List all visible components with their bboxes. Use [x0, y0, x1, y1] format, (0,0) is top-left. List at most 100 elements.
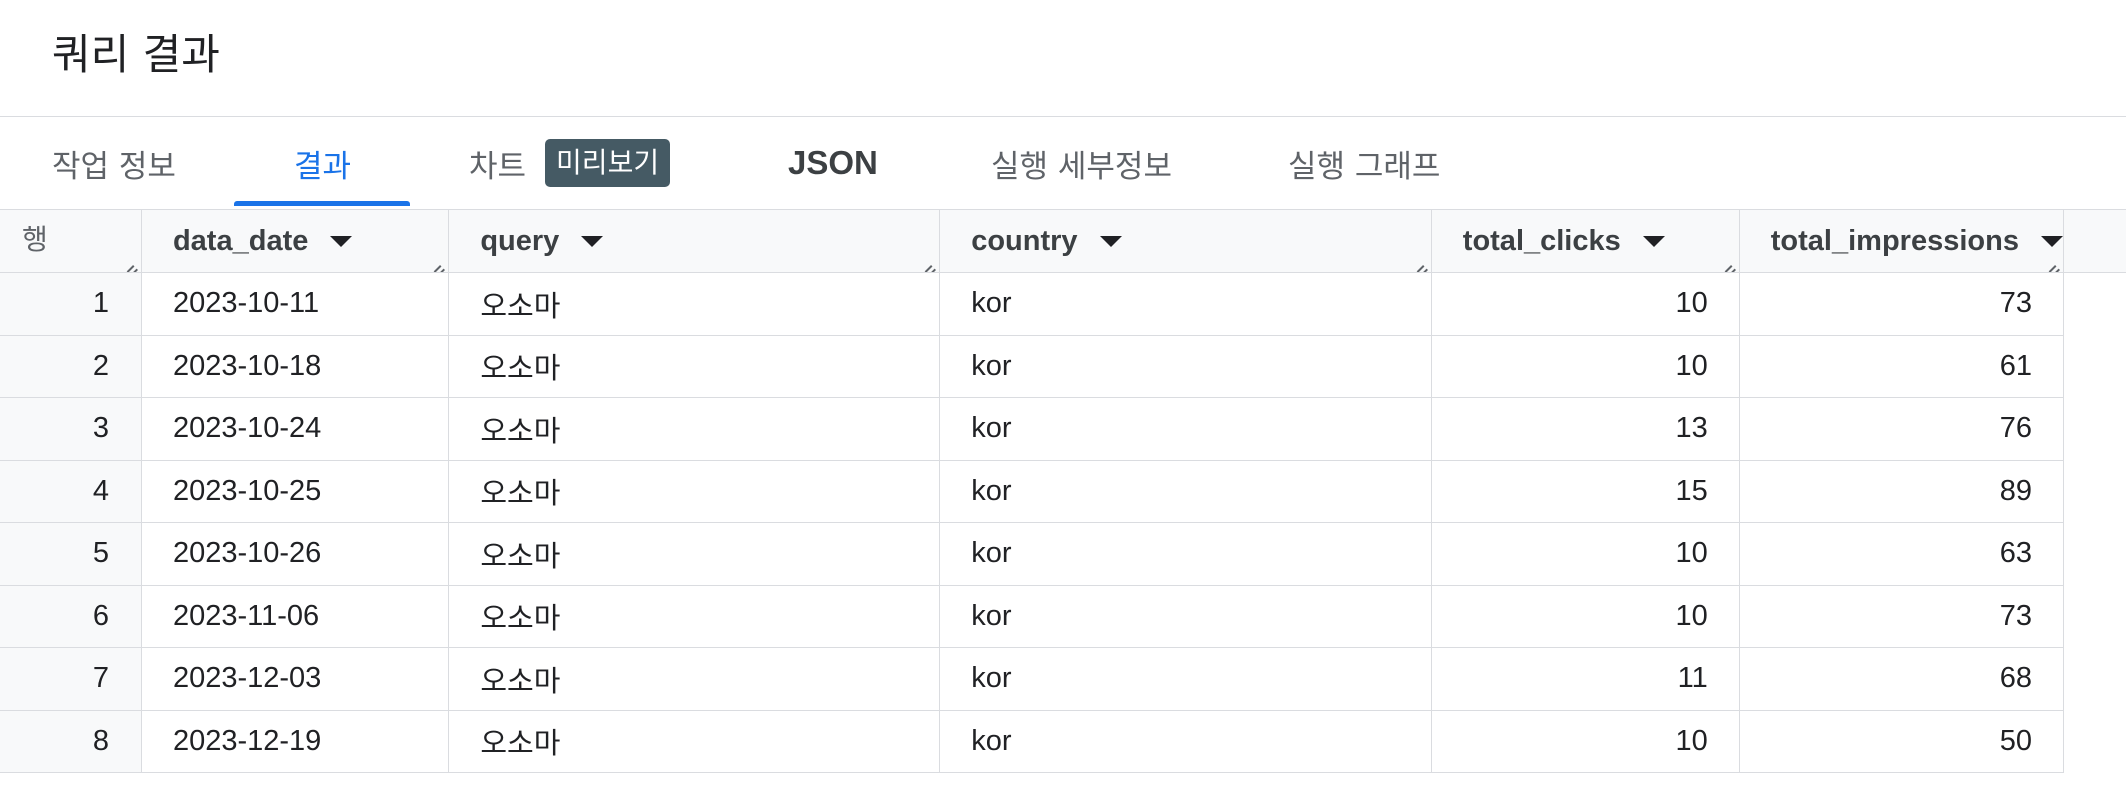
query-cell[interactable]: 오소마 [448, 397, 941, 461]
column-header-total-clicks[interactable]: total_clicks [1431, 209, 1740, 273]
row-filler [2063, 523, 2126, 586]
column-header-total-impressions[interactable]: total_impressions [1739, 209, 2064, 273]
column-header-query[interactable]: query [448, 209, 941, 273]
total-impressions-cell[interactable]: 61 [1739, 335, 2064, 398]
data-date-cell[interactable]: 2023-10-24 [141, 397, 450, 461]
header-filler [2063, 209, 2126, 273]
query-cell[interactable]: 오소마 [448, 460, 941, 523]
query-cell[interactable]: 오소마 [448, 647, 941, 711]
row-number-cell[interactable]: 6 [0, 585, 142, 648]
data-date-cell[interactable]: 2023-12-19 [141, 710, 450, 773]
row-filler [2063, 398, 2126, 461]
country-cell[interactable]: kor [939, 585, 1432, 648]
table-row[interactable]: 2 2023-10-18 오소마 kor 10 61 [0, 335, 2126, 398]
total-clicks-cell[interactable]: 10 [1431, 272, 1740, 336]
total-clicks-cell[interactable]: 10 [1431, 585, 1740, 648]
table-body: 1 2023-10-11 오소마 kor 10 73 2 2023-10-18 오소마 kor 10… [0, 272, 2126, 773]
sort-arrow-down-icon[interactable] [2040, 235, 2063, 247]
tab-chart-label: 차트 [469, 148, 527, 185]
column-resize-icon[interactable] [2046, 256, 2060, 270]
country-cell[interactable]: kor [939, 710, 1432, 773]
country-cell[interactable]: kor [939, 397, 1432, 461]
sort-arrow-down-icon[interactable] [1642, 235, 1665, 247]
sort-arrow-down-icon[interactable] [330, 235, 353, 247]
column-resize-icon[interactable] [124, 256, 138, 270]
results-table: 행 data_date query country total_clicks t… [0, 209, 2126, 773]
tab-execution-graph[interactable]: 실행 그래프 [1288, 117, 1440, 209]
country-cell[interactable]: kor [939, 647, 1432, 711]
data-date-cell[interactable]: 2023-10-26 [141, 522, 450, 586]
total-impressions-cell[interactable]: 68 [1739, 647, 2064, 711]
row-filler [2063, 710, 2126, 773]
results-grid[interactable]: 행 data_date query country total_clicks t… [0, 209, 2126, 796]
tab-chart[interactable]: 차트 미리보기 [469, 117, 671, 209]
column-resize-icon[interactable] [1722, 256, 1736, 270]
column-header-label: data_date [172, 224, 309, 257]
query-cell[interactable]: 오소마 [448, 272, 941, 336]
row-number-cell[interactable]: 4 [0, 460, 142, 523]
results-tabs: 작업 정보 결과 차트 미리보기 JSON 실행 세부정보 실행 그래프 [0, 117, 2126, 209]
total-impressions-cell[interactable]: 50 [1739, 710, 2064, 773]
total-impressions-cell[interactable]: 63 [1739, 522, 2064, 586]
row-number-cell[interactable]: 8 [0, 710, 142, 773]
data-date-cell[interactable]: 2023-10-25 [141, 460, 450, 523]
total-impressions-cell[interactable]: 89 [1739, 460, 2064, 523]
row-number-header-label: 행 [22, 223, 48, 256]
data-date-cell[interactable]: 2023-12-03 [141, 647, 450, 711]
tab-execution-details[interactable]: 실행 세부정보 [991, 117, 1172, 209]
query-cell[interactable]: 오소마 [448, 522, 941, 586]
row-filler [2063, 273, 2126, 336]
data-date-cell[interactable]: 2023-10-18 [141, 335, 450, 398]
column-header-data-date[interactable]: data_date [141, 209, 450, 273]
total-clicks-cell[interactable]: 15 [1431, 460, 1740, 523]
row-number-cell[interactable]: 2 [0, 335, 142, 398]
tab-results-label: 결과 [294, 148, 352, 185]
tab-json-label: JSON [788, 144, 878, 181]
total-clicks-cell[interactable]: 10 [1431, 335, 1740, 398]
table-row[interactable]: 8 2023-12-19 오소마 kor 10 50 [0, 710, 2126, 773]
column-header-country[interactable]: country [939, 209, 1432, 273]
row-filler [2063, 585, 2126, 648]
tab-execution-graph-label: 실행 그래프 [1288, 148, 1441, 185]
query-cell[interactable]: 오소마 [448, 585, 941, 648]
sort-arrow-down-icon[interactable] [581, 235, 604, 247]
country-cell[interactable]: kor [939, 460, 1432, 523]
row-number-cell[interactable]: 7 [0, 647, 142, 711]
tab-results[interactable]: 결과 [294, 117, 351, 209]
row-number-cell[interactable]: 5 [0, 522, 142, 586]
table-row[interactable]: 7 2023-12-03 오소마 kor 11 68 [0, 647, 2126, 711]
total-clicks-cell[interactable]: 10 [1431, 522, 1740, 586]
row-number-header: 행 [0, 209, 142, 273]
title-bar: 쿼리 결과 [0, 0, 2126, 117]
column-resize-icon[interactable] [431, 256, 445, 270]
total-clicks-cell[interactable]: 10 [1431, 710, 1740, 773]
tab-job-info[interactable]: 작업 정보 [52, 117, 176, 209]
total-impressions-cell[interactable]: 73 [1739, 585, 2064, 648]
data-date-cell[interactable]: 2023-10-11 [141, 272, 450, 336]
total-clicks-cell[interactable]: 13 [1431, 397, 1740, 461]
country-cell[interactable]: kor [939, 272, 1432, 336]
table-row[interactable]: 3 2023-10-24 오소마 kor 13 76 [0, 397, 2126, 461]
column-header-label: query [480, 224, 560, 257]
country-cell[interactable]: kor [939, 522, 1432, 586]
query-cell[interactable]: 오소마 [448, 710, 941, 773]
table-row[interactable]: 4 2023-10-25 오소마 kor 15 89 [0, 460, 2126, 523]
column-resize-icon[interactable] [922, 256, 936, 270]
data-date-cell[interactable]: 2023-11-06 [141, 585, 450, 648]
total-impressions-cell[interactable]: 73 [1739, 272, 2064, 336]
table-row[interactable]: 6 2023-11-06 오소마 kor 10 73 [0, 585, 2126, 648]
tab-json[interactable]: JSON [788, 117, 878, 209]
table-row[interactable]: 5 2023-10-26 오소마 kor 10 63 [0, 522, 2126, 586]
row-filler [2063, 335, 2126, 398]
column-resize-icon[interactable] [1414, 256, 1428, 270]
query-cell[interactable]: 오소마 [448, 335, 941, 398]
country-cell[interactable]: kor [939, 335, 1432, 398]
sort-arrow-down-icon[interactable] [1099, 235, 1122, 247]
column-header-label: total_impressions [1770, 224, 2019, 257]
column-header-label: country [971, 224, 1078, 257]
total-clicks-cell[interactable]: 11 [1431, 647, 1740, 711]
table-row[interactable]: 1 2023-10-11 오소마 kor 10 73 [0, 272, 2126, 336]
row-number-cell[interactable]: 1 [0, 272, 142, 336]
total-impressions-cell[interactable]: 76 [1739, 397, 2064, 461]
row-number-cell[interactable]: 3 [0, 397, 142, 461]
